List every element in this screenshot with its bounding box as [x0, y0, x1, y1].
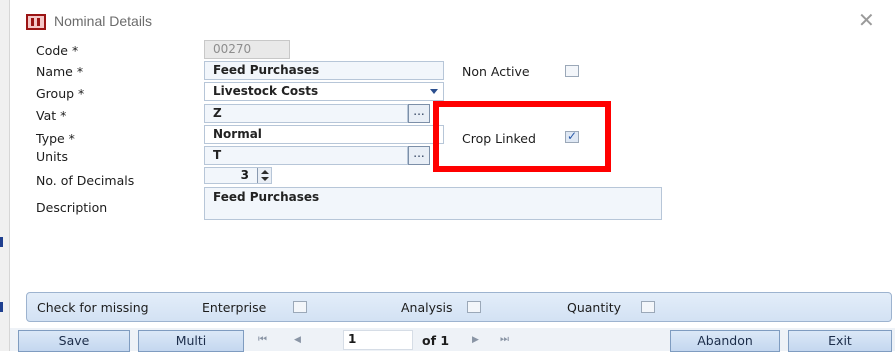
next-record-icon[interactable]: ▶	[472, 329, 479, 351]
code-label: Code *	[36, 43, 79, 58]
quantity-checkbox[interactable]	[641, 301, 655, 313]
analysis-checkbox[interactable]	[467, 301, 481, 313]
page-number-input[interactable]: 1	[343, 330, 413, 350]
analysis-label: Analysis	[401, 300, 453, 315]
name-label: Name *	[36, 64, 84, 79]
multi-button[interactable]: Multi	[138, 330, 244, 352]
group-label: Group *	[36, 86, 85, 101]
close-icon[interactable]: ✕	[858, 10, 875, 30]
quantity-label: Quantity	[567, 300, 622, 315]
check-missing-label: Check for missing	[37, 300, 149, 315]
left-edge-tick	[0, 302, 3, 312]
save-button[interactable]: Save	[18, 330, 130, 352]
window-title: Nominal Details	[54, 13, 153, 29]
chevron-down-icon[interactable]	[424, 82, 444, 101]
page-count-label: of 1	[422, 333, 450, 348]
app-icon	[26, 14, 46, 30]
first-record-icon[interactable]: ⏮	[258, 329, 267, 351]
type-label: Type *	[36, 131, 75, 146]
decimals-stepper[interactable]: 3	[204, 167, 272, 184]
units-label: Units	[36, 149, 68, 164]
left-edge-strip	[0, 0, 10, 351]
non-active-label: Non Active	[462, 64, 530, 79]
decimals-label: No. of Decimals	[36, 173, 135, 188]
enterprise-checkbox[interactable]	[293, 301, 307, 313]
vat-lookup-button[interactable]: ...	[408, 104, 430, 123]
group-select[interactable]: Livestock Costs	[204, 82, 444, 101]
exit-button[interactable]: Exit	[788, 330, 892, 352]
left-edge-tick	[0, 237, 3, 247]
description-textarea[interactable]: Feed Purchases	[204, 187, 662, 220]
check-missing-panel: Check for missing Enterprise Analysis Qu…	[26, 292, 892, 322]
units-lookup-button[interactable]: ...	[408, 146, 430, 165]
decimals-value: 3	[240, 168, 249, 182]
vat-field[interactable]: Z	[204, 104, 408, 123]
prev-record-icon[interactable]: ◀	[294, 329, 301, 351]
type-select[interactable]: Normal	[204, 125, 444, 144]
crop-linked-highlight	[433, 101, 611, 172]
name-field[interactable]: Feed Purchases	[204, 61, 444, 80]
spin-arrows-icon[interactable]	[257, 168, 271, 183]
enterprise-label: Enterprise	[202, 300, 267, 315]
units-field[interactable]: T	[204, 146, 408, 165]
last-record-icon[interactable]: ⏭	[500, 329, 509, 351]
vat-label: Vat *	[36, 108, 67, 123]
description-label: Description	[36, 200, 108, 215]
code-field: 00270	[204, 40, 290, 59]
abandon-button[interactable]: Abandon	[670, 330, 780, 352]
non-active-checkbox[interactable]	[565, 65, 579, 77]
